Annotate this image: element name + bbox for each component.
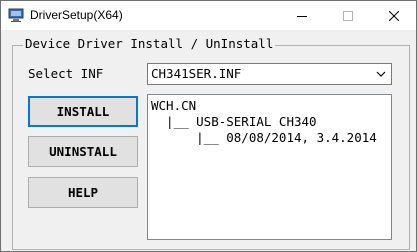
title-bar[interactable]: DriverSetup(X64) <box>1 1 416 30</box>
group-title: Device Driver Install / UnInstall <box>23 36 276 52</box>
maximize-button[interactable] <box>325 1 371 30</box>
uninstall-button[interactable]: UNINSTALL <box>28 136 138 167</box>
driver-setup-window: DriverSetup(X64) Device Driver Install /… <box>0 0 417 252</box>
maximize-icon <box>343 10 353 21</box>
driver-info-box: WCH.CN |__ USB-SERIAL CH340 |__ 08/08/20… <box>147 94 392 240</box>
info-line: WCH.CN <box>151 98 197 113</box>
minimize-icon <box>297 15 307 17</box>
app-icon <box>8 8 24 22</box>
info-line: |__ USB-SERIAL CH340 <box>151 114 317 129</box>
window-title: DriverSetup(X64) <box>30 8 123 22</box>
chevron-down-icon[interactable] <box>374 67 388 81</box>
close-button[interactable] <box>371 1 417 30</box>
install-button[interactable]: INSTALL <box>28 96 138 127</box>
info-line: |__ 08/08/2014, 3.4.2014 <box>151 130 377 145</box>
inf-select[interactable]: CH341SER.INF <box>147 63 392 85</box>
minimize-button[interactable] <box>279 1 325 30</box>
inf-select-value: CH341SER.INF <box>151 66 242 81</box>
select-inf-label: Select INF <box>28 66 104 81</box>
close-icon <box>389 10 399 21</box>
help-button[interactable]: HELP <box>28 177 138 208</box>
